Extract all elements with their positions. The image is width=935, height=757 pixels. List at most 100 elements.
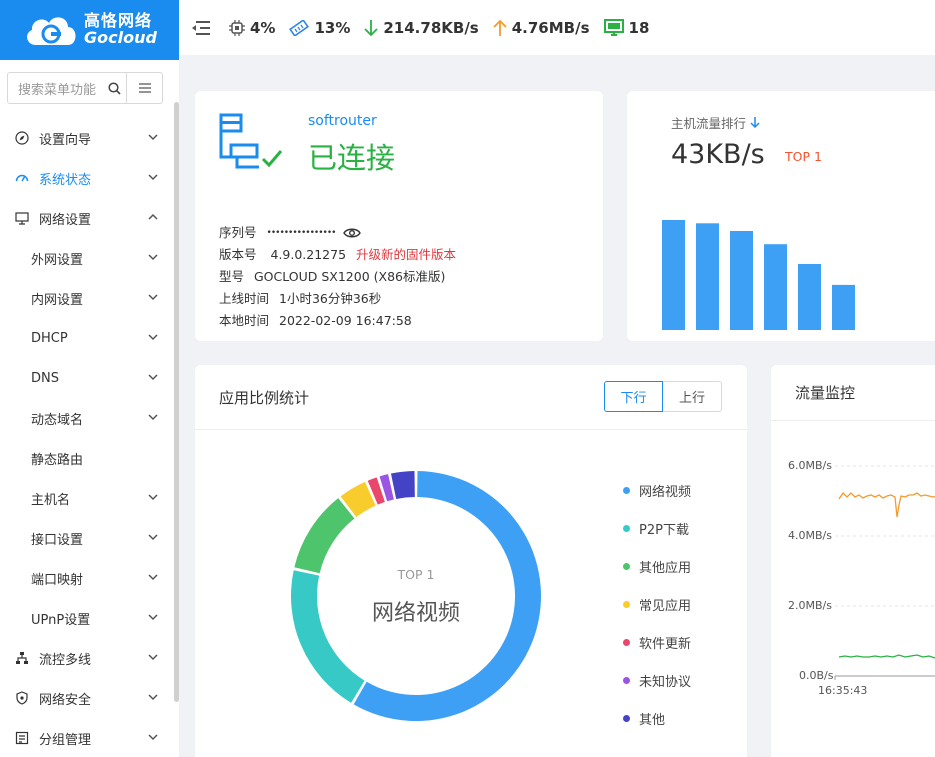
version-value: 4.9.0.21275 bbox=[270, 247, 347, 262]
legend-item[interactable]: 软件更新 bbox=[623, 623, 691, 661]
nav-network-security[interactable]: 网络安全 bbox=[0, 678, 172, 718]
chevron-down-icon bbox=[148, 654, 158, 661]
shield-icon bbox=[16, 691, 28, 705]
legend-label: P2P下载 bbox=[639, 522, 689, 538]
chevron-down-icon bbox=[148, 574, 158, 581]
chevron-down-icon bbox=[148, 614, 158, 621]
search-icon[interactable] bbox=[108, 81, 121, 95]
network-icon bbox=[16, 652, 28, 664]
nav-label: 静态路由 bbox=[31, 452, 84, 468]
uptime-value: 1小时36分钟36秒 bbox=[279, 291, 382, 306]
host-rank-bars bbox=[662, 220, 855, 330]
menu-search-input[interactable]: 搜索菜单功能 bbox=[8, 73, 127, 103]
tab-upload[interactable]: 上行 bbox=[663, 381, 722, 412]
host-rank-bar[interactable] bbox=[730, 231, 753, 330]
download-series-line bbox=[838, 654, 935, 659]
chevron-down-icon bbox=[148, 174, 158, 181]
nav-flow-control[interactable]: 流控多线 bbox=[0, 638, 172, 678]
memory-usage: 13% bbox=[289, 19, 350, 37]
host-rank-bar[interactable] bbox=[764, 244, 787, 330]
top-status-bar: 4% 13% 214.78KB/s 4.76MB/s 18 bbox=[179, 0, 935, 55]
serial-label: 序列号 bbox=[219, 225, 257, 240]
traffic-monitor-card: 流量监控 6.0MB/s 4.0MB/s 2.0MB/s 0.0B/s 16:3… bbox=[771, 365, 935, 757]
monitor-icon bbox=[15, 212, 29, 225]
nav-interface-settings[interactable]: 接口设置 bbox=[0, 518, 172, 558]
hamburger-icon bbox=[138, 83, 151, 93]
legend-label: 常见应用 bbox=[639, 598, 692, 614]
chevron-down-icon bbox=[148, 494, 158, 501]
nav-label: 端口映射 bbox=[31, 572, 84, 588]
donut-slice[interactable] bbox=[291, 570, 365, 703]
nav-lan-settings[interactable]: 内网设置 bbox=[0, 278, 172, 318]
nav-hostname[interactable]: 主机名 bbox=[0, 478, 172, 518]
cpu-usage: 4% bbox=[229, 19, 275, 37]
donut-center-label: 网络视频 bbox=[371, 601, 460, 626]
arrow-down-icon bbox=[364, 19, 379, 36]
nav-dhcp[interactable]: DHCP bbox=[0, 318, 172, 358]
chevron-down-icon bbox=[148, 294, 158, 301]
nav-setup-wizard[interactable]: 设置向导 bbox=[0, 118, 172, 158]
host-rank-bar[interactable] bbox=[662, 220, 685, 330]
legend-item[interactable]: 常见应用 bbox=[623, 585, 691, 623]
nav-group-management[interactable]: 分组管理 bbox=[0, 718, 172, 757]
host-rank-bar[interactable] bbox=[832, 284, 855, 330]
legend-item[interactable]: P2P下载 bbox=[623, 509, 691, 547]
app-ratio-card: 应用比例统计 下行 上行 TOP 1 网络视频 网络视频 P2P下载 其他应用 常见应… bbox=[195, 365, 747, 757]
nav-label: 外网设置 bbox=[31, 252, 84, 268]
sidebar-scrollbar[interactable] bbox=[174, 102, 179, 702]
upload-series-line bbox=[838, 491, 935, 518]
legend-item[interactable]: 网络视频 bbox=[623, 471, 691, 509]
brand-logo[interactable]: 高恪网络 Gocloud bbox=[0, 0, 179, 60]
upgrade-firmware-link[interactable]: 升级新的固件版本 bbox=[356, 247, 456, 262]
host-rank-bar[interactable] bbox=[798, 264, 821, 330]
nav-label: 网络安全 bbox=[39, 692, 92, 708]
brand-name-en: Gocloud bbox=[84, 28, 157, 47]
sidebar-nav: 设置向导 系统状态 网络设置 外网设置 内网设置 DHCP DNS 动态域名 静… bbox=[0, 118, 172, 757]
cpu-value: 4% bbox=[250, 18, 276, 37]
legend-label: 其他应用 bbox=[639, 560, 692, 576]
nav-network-settings[interactable]: 网络设置 bbox=[0, 198, 172, 238]
donut-slice[interactable] bbox=[390, 471, 415, 500]
nav-port-mapping[interactable]: 端口映射 bbox=[0, 558, 172, 598]
donut-slice[interactable] bbox=[294, 498, 355, 574]
tab-download[interactable]: 下行 bbox=[604, 381, 663, 412]
device-name[interactable]: softrouter bbox=[308, 113, 377, 129]
model-row: 型号 GOCLOUD SX1200 (X86标准版) bbox=[219, 266, 456, 288]
nav-wan-settings[interactable]: 外网设置 bbox=[0, 238, 172, 278]
nav-label: 设置向导 bbox=[39, 132, 92, 148]
menu-toggle-button[interactable] bbox=[127, 73, 162, 103]
chevron-down-icon bbox=[148, 534, 158, 541]
nav-label: 分组管理 bbox=[39, 732, 92, 748]
eye-icon[interactable] bbox=[343, 227, 362, 239]
serial-value: •••••••••••••••• bbox=[266, 228, 337, 238]
legend-item[interactable]: 其他应用 bbox=[623, 547, 691, 585]
router-connected-icon bbox=[219, 113, 283, 169]
version-row: 版本号 4.9.0.21275 升级新的固件版本 bbox=[219, 244, 456, 266]
download-rate: 214.78KB/s bbox=[364, 19, 479, 37]
collapse-menu-icon[interactable] bbox=[191, 20, 211, 36]
nav-label: 系统状态 bbox=[39, 172, 92, 188]
online-hosts: 18 bbox=[603, 18, 649, 37]
menu-search-placeholder: 搜索菜单功能 bbox=[18, 82, 97, 98]
nav-dns[interactable]: DNS bbox=[0, 358, 172, 398]
legend-label: 网络视频 bbox=[639, 484, 692, 500]
nav-system-status[interactable]: 系统状态 bbox=[0, 158, 172, 198]
host-rank-bar[interactable] bbox=[696, 223, 719, 330]
legend-item[interactable]: 其他 bbox=[623, 699, 691, 737]
nav-ddns[interactable]: 动态域名 bbox=[0, 398, 172, 438]
nav-label: 接口设置 bbox=[31, 532, 84, 548]
nav-upnp-settings[interactable]: UPnP设置 bbox=[0, 598, 172, 638]
chevron-down-icon bbox=[148, 374, 158, 381]
legend-dot-icon bbox=[623, 676, 630, 684]
host-traffic-rank-card: 主机流量排行 43KB/s TOP 1 bbox=[627, 91, 935, 341]
gocloud-logo-icon bbox=[27, 17, 76, 45]
version-label: 版本号 bbox=[219, 247, 257, 262]
nav-static-route[interactable]: 静态路由 bbox=[0, 438, 172, 478]
menu-search: 搜索菜单功能 bbox=[7, 72, 163, 104]
legend-dot-icon bbox=[623, 714, 630, 722]
localtime-row: 本地时间 2022-02-09 16:47:58 bbox=[219, 310, 456, 332]
memory-icon bbox=[289, 19, 310, 36]
nav-label: 主机名 bbox=[31, 492, 71, 508]
legend-item[interactable]: 未知协议 bbox=[623, 661, 691, 699]
serial-row: 序列号 •••••••••••••••• bbox=[219, 222, 456, 244]
